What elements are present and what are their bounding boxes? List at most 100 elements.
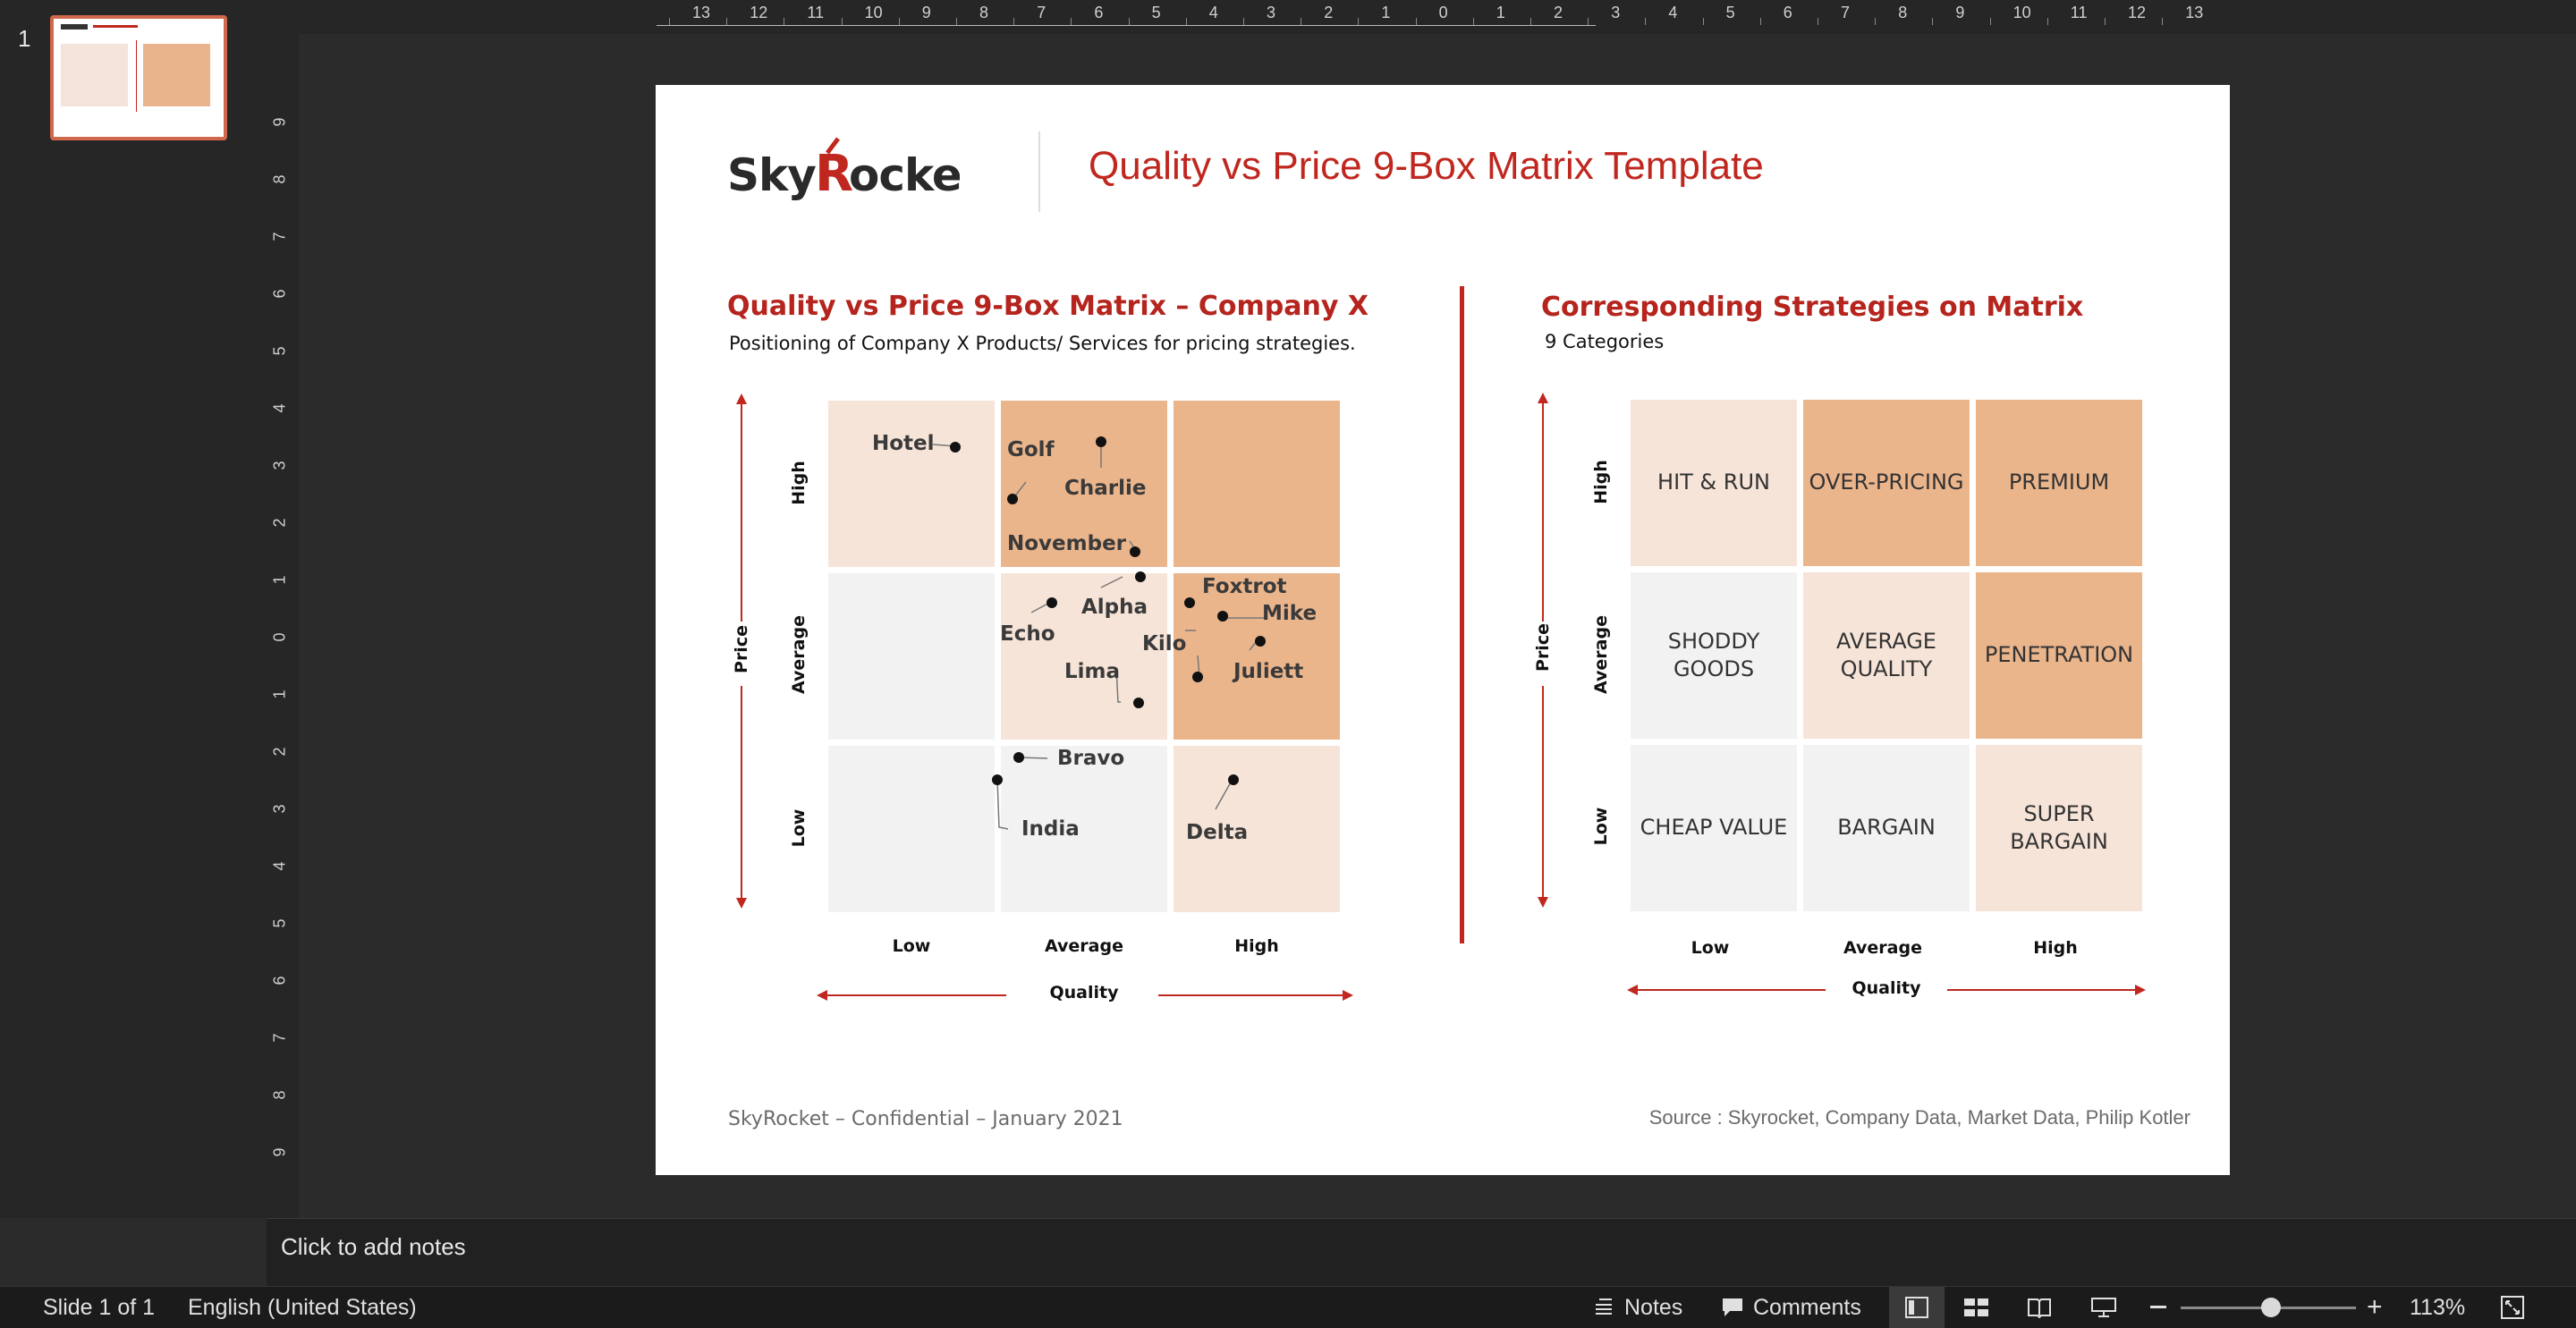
zoom-slider-thumb[interactable] [2261,1298,2281,1317]
ruler-top-number: 10 [864,4,883,21]
ruler-top-number: 6 [1783,4,1792,21]
normal-view-button[interactable] [1889,1287,1945,1328]
zoom-in-icon[interactable]: + [2367,1292,2383,1323]
ruler-top-number: 4 [1668,4,1678,21]
zoom-out-icon[interactable] [2150,1306,2166,1308]
ruler-left-number: 7 [270,1033,289,1043]
right-row-label-high: High [1591,460,1611,504]
ruler-top-number: 9 [1955,4,1965,21]
strategy-cheap-value: CHEAP VALUE [1631,745,1797,911]
ruler-top-number: 11 [807,4,825,21]
point-label-golf: Golf [1007,438,1055,461]
ruler-top-number: 2 [1554,4,1563,21]
ruler-tick [1875,18,1877,25]
right-row-label-average: Average [1591,615,1611,694]
data-point-dot [1255,636,1266,647]
point-label-hotel: Hotel [872,432,935,455]
ruler-tick [1645,18,1647,25]
fit-to-window-icon[interactable] [2501,1296,2524,1324]
ruler-top-number: 13 [692,4,711,21]
data-point-dot [1135,571,1146,582]
strategy-shoddy-goods: SHODDY GOODS [1631,572,1797,739]
ruler-top-number: 10 [2012,4,2031,21]
slide-thumbnail-pane: 1 [0,0,267,1218]
notes-pane[interactable]: Click to add notes [267,1218,2576,1287]
slide-sorter-icon[interactable] [1964,1297,1989,1323]
slide[interactable]: Sky R ocket Quality vs Price 9-Box Matri… [656,85,2230,1175]
point-label-echo: Echo [1000,622,1055,646]
ruler-top-number: 2 [1324,4,1334,21]
ruler-tick [1702,18,1704,25]
data-point-dot [1228,774,1239,785]
ruler-tick [1358,18,1360,25]
slideshow-icon[interactable] [2091,1297,2116,1323]
right-col-label-low: Low [1690,938,1730,958]
right-quality-axis-label: Quality [1852,978,1921,998]
ruler-top-number: 3 [1611,4,1621,21]
right-col-label-high: High [2033,938,2078,958]
ruler-tick [1759,18,1761,25]
point-label-kilo: Kilo [1142,632,1187,656]
vertical-ruler: 9 8 7 6 5 4 3 2 1 0 1 2 3 4 5 6 7 8 9 [267,34,300,1218]
col-label-high: High [1234,936,1279,956]
ruler-tick [2046,18,2048,25]
ruler-left-number: 9 [270,117,289,127]
data-point-dot [1130,546,1140,557]
reading-view-icon[interactable] [2027,1297,2052,1323]
ruler-tick [2105,18,2106,25]
ruler-tick [898,18,900,25]
ruler-top-number: 8 [979,4,989,21]
ruler-tick [2162,18,2164,25]
ruler-left-number: 7 [270,232,289,241]
notes-icon[interactable] [1594,1296,1615,1322]
notes-button[interactable]: Notes [1624,1295,1682,1321]
strategy-super-bargain: SUPER BARGAIN [1976,745,2142,911]
comments-icon[interactable] [1721,1297,1744,1323]
ruler-top-number: 9 [921,4,931,21]
ruler-top-number: 1 [1381,4,1391,21]
ruler-top-number: 11 [2070,4,2088,21]
slide-number: 1 [18,25,31,52]
point-label-juliett: Juliett [1233,660,1304,683]
ruler-left-number: 8 [270,1090,289,1100]
notes-placeholder[interactable]: Click to add notes [281,1233,466,1261]
ruler-left-number: 1 [270,689,289,699]
comments-button[interactable]: Comments [1753,1295,1861,1321]
point-label-charlie: Charlie [1064,477,1147,500]
point-label-lima: Lima [1064,660,1121,683]
data-point-dot [1192,672,1203,682]
ruler-top-number: 0 [1438,4,1448,21]
ruler-left-number: 8 [270,174,289,184]
data-point-dot [1046,597,1057,608]
ruler-left-number: 0 [270,632,289,642]
language-indicator[interactable]: English (United States) [188,1295,417,1321]
section-divider [1460,286,1464,943]
data-point-dot [1184,597,1195,608]
col-label-low: Low [892,936,931,956]
ruler-tick [1530,18,1531,25]
ruler-left-number: 3 [270,804,289,814]
strategy-over-pricing: OVER-PRICING [1803,400,1970,566]
slide-thumbnail[interactable] [50,15,227,140]
data-point-dot [1217,611,1228,622]
point-label-foxtrot: Foxtrot [1202,575,1287,598]
ruler-left-number: 3 [270,461,289,470]
ruler-tick [1588,18,1589,25]
data-point-dot [1007,494,1018,504]
ruler-tick [726,18,728,25]
data-point-dot [1013,752,1024,763]
ruler-left-number: 9 [270,1147,289,1157]
zoom-level[interactable]: 113% [2410,1295,2465,1321]
point-label-bravo: Bravo [1057,747,1125,770]
ruler-top-number: 12 [750,4,768,21]
ruler-tick [1013,18,1015,25]
data-point-dot [1133,698,1144,708]
col-label-average: Average [1045,936,1123,956]
right-price-axis-label: Price [1533,623,1553,672]
ruler-top-number: 12 [2128,4,2147,21]
slide-counter: Slide 1 of 1 [43,1295,156,1320]
ruler-top-number: 3 [1267,4,1276,21]
price-axis-label: Price [732,625,751,673]
ruler-tick [841,18,843,25]
point-label-alpha: Alpha [1081,596,1148,619]
